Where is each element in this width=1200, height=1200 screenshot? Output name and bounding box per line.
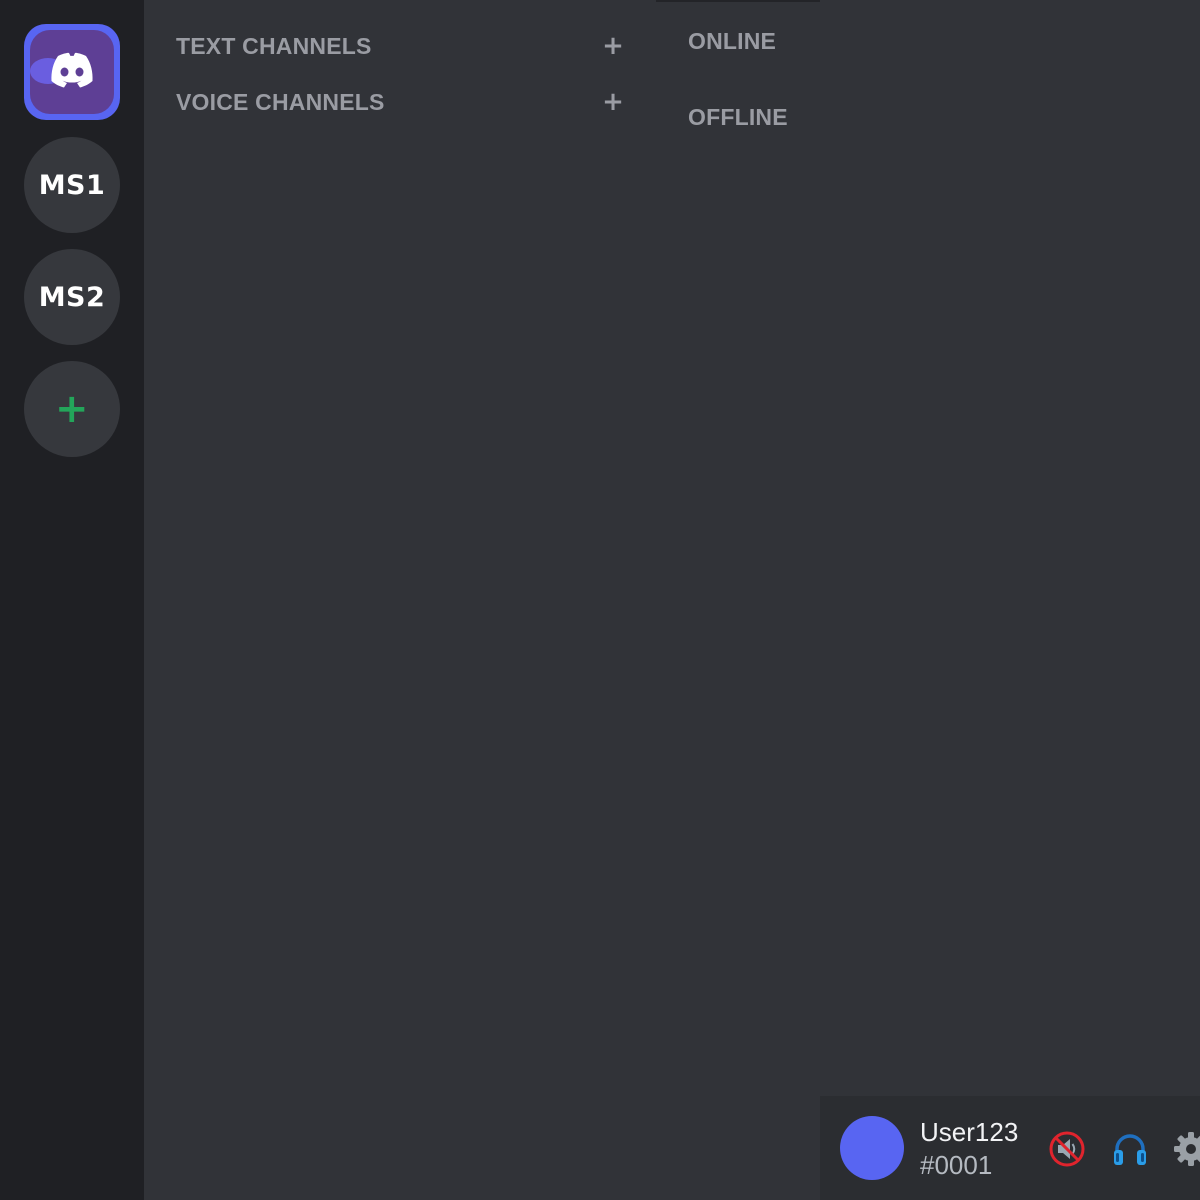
member-list-divider xyxy=(656,0,820,2)
user-panel: User123 #0001 xyxy=(820,1096,1200,1200)
gear-icon xyxy=(1174,1132,1200,1166)
muted-speaker-icon xyxy=(1049,1131,1085,1167)
headphones-icon xyxy=(1114,1134,1146,1165)
online-header: ONLINE xyxy=(688,28,777,54)
add-server-button[interactable]: + xyxy=(24,361,120,457)
home-button[interactable] xyxy=(24,24,120,120)
offline-header: OFFLINE xyxy=(688,104,788,130)
avatar[interactable] xyxy=(840,1116,904,1180)
discord-logo-icon xyxy=(51,52,93,88)
voice-channels-label: VOICE CHANNELS xyxy=(176,88,385,115)
settings-button[interactable] xyxy=(1172,1130,1200,1168)
server-rail: MS1 MS2 + xyxy=(0,0,144,1200)
server-ms1[interactable]: MS1 xyxy=(24,137,120,233)
add-text-channel-button[interactable]: + xyxy=(598,31,628,61)
text-channels-header[interactable]: TEXT CHANNELS + xyxy=(176,31,632,61)
server-ms2[interactable]: MS2 xyxy=(24,249,120,345)
mute-button[interactable] xyxy=(1048,1130,1086,1168)
voice-channels-header[interactable]: VOICE CHANNELS + xyxy=(176,87,632,117)
deafen-button[interactable] xyxy=(1111,1130,1149,1168)
add-voice-channel-button[interactable]: + xyxy=(598,87,628,117)
username: User123 xyxy=(920,1117,1019,1147)
user-discriminator: #0001 xyxy=(920,1150,993,1180)
text-channels-label: TEXT CHANNELS xyxy=(176,32,372,59)
app-window: MS1 MS2 + TEXT CHANNELS + VOICE CHANNELS… xyxy=(0,0,1200,1200)
